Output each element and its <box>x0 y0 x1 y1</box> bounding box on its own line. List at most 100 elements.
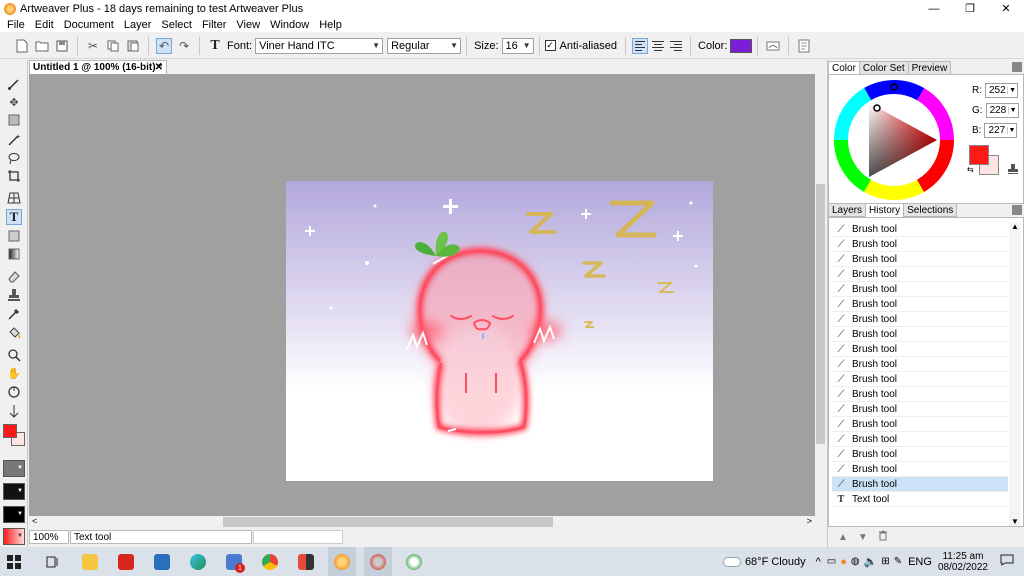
new-document-icon[interactable] <box>14 38 30 54</box>
panel-menu-icon[interactable] <box>1012 62 1022 72</box>
antialias-checkbox[interactable]: ✓ <box>544 40 556 51</box>
weather-text[interactable]: 68°F Cloudy <box>745 556 806 568</box>
history-item[interactable]: ⟋ Brush tool <box>832 402 1008 417</box>
menu-filter[interactable]: Filter <box>197 19 231 31</box>
shape-tool-icon[interactable] <box>6 228 22 244</box>
tab-preview[interactable]: Preview <box>907 61 952 75</box>
history-item[interactable]: ⟋ Brush tool <box>832 477 1008 492</box>
canvas-horizontal-scrollbar[interactable]: < > <box>29 516 815 528</box>
rectangle-select-icon[interactable] <box>6 112 22 128</box>
perspective-tool-icon[interactable] <box>6 190 22 206</box>
green-app-icon[interactable] <box>400 547 428 576</box>
text-options-icon[interactable] <box>796 38 812 54</box>
undo-icon[interactable]: ↶ <box>156 37 172 54</box>
color-wheel[interactable] <box>833 79 955 201</box>
chrome-browser-icon[interactable] <box>256 547 284 576</box>
jnt-app-icon[interactable] <box>112 547 140 576</box>
history-item[interactable]: ⟋ Brush tool <box>832 222 1008 237</box>
red-value-input[interactable]: 252 ▼ <box>985 83 1018 98</box>
step-backward-icon[interactable]: ▲ <box>838 532 848 543</box>
document-tab[interactable]: Untitled 1 @ 100% (16-bit) * ✕ <box>29 60 167 74</box>
delete-history-icon[interactable] <box>878 530 888 544</box>
language-indicator[interactable]: ENG <box>908 556 932 568</box>
minimize-button[interactable]: — <box>916 0 952 17</box>
menu-view[interactable]: View <box>231 19 265 31</box>
history-item[interactable]: ⟋ Brush tool <box>832 297 1008 312</box>
font-size-select[interactable]: 16 ▼ <box>501 37 534 54</box>
history-item[interactable]: ⟋ Brush tool <box>832 282 1008 297</box>
edge-browser-icon[interactable] <box>184 547 212 576</box>
align-right-button[interactable] <box>668 38 684 54</box>
blue-value-input[interactable]: 227 ▼ <box>984 123 1018 138</box>
history-item[interactable]: ⟋ Brush tool <box>832 237 1008 252</box>
brush-tool-icon[interactable] <box>6 76 22 92</box>
foreground-color-preview[interactable] <box>969 145 989 165</box>
network-icon[interactable]: ◍ <box>851 556 860 567</box>
history-item[interactable]: ⟋ Brush tool <box>832 342 1008 357</box>
history-item[interactable]: ⟋ Brush tool <box>832 447 1008 462</box>
history-item[interactable]: ⟋ Brush tool <box>832 432 1008 447</box>
history-item[interactable]: ⟋ Brush tool <box>832 252 1008 267</box>
crop-tool-icon[interactable] <box>6 168 22 184</box>
gradient-tool-icon[interactable] <box>6 246 22 262</box>
menu-window[interactable]: Window <box>265 19 314 31</box>
tab-history[interactable]: History <box>865 203 905 217</box>
move-tool-icon[interactable]: ✥ <box>6 94 22 110</box>
canvas-vertical-scrollbar[interactable] <box>815 74 826 516</box>
scroll-right-icon[interactable]: > <box>807 516 812 526</box>
eyedropper-icon[interactable] <box>6 306 22 322</box>
eraser-tool-icon[interactable] <box>6 268 22 284</box>
chevron-up-icon[interactable]: ▲ <box>1011 222 1019 231</box>
volume-icon[interactable]: 🔈 <box>864 555 878 568</box>
canvas-workspace[interactable] <box>29 74 815 516</box>
scrollbar-thumb[interactable] <box>816 184 825 444</box>
step-forward-icon[interactable]: ▼ <box>858 532 868 543</box>
font-style-select[interactable]: Regular ▼ <box>387 37 462 54</box>
menu-file[interactable]: File <box>2 19 30 31</box>
menu-layer[interactable]: Layer <box>119 19 157 31</box>
brush-preset-selector[interactable]: ▼ <box>3 460 25 477</box>
gradient-selector[interactable]: ▼ <box>3 528 25 545</box>
close-button[interactable]: ✕ <box>988 0 1024 17</box>
chrome-profile-icon[interactable] <box>364 547 392 576</box>
history-item[interactable]: ⟋ Brush tool <box>832 417 1008 432</box>
pattern-selector[interactable]: ▼ <box>3 506 25 523</box>
warp-text-icon[interactable] <box>765 38 781 54</box>
text-tool-icon[interactable]: T <box>6 209 22 225</box>
magic-wand-icon[interactable] <box>6 132 22 148</box>
open-folder-icon[interactable] <box>34 38 50 54</box>
ship-app-icon[interactable] <box>148 547 176 576</box>
color-picker-stamp-icon[interactable] <box>1007 163 1019 178</box>
tab-color-set[interactable]: Color Set <box>858 61 909 75</box>
foreground-color-swatch[interactable] <box>3 424 17 438</box>
show-hidden-icons[interactable]: ^ <box>816 556 821 568</box>
windows-start-icon[interactable] <box>0 547 28 576</box>
lasso-tool-icon[interactable] <box>6 150 22 166</box>
stamp-tool-icon[interactable] <box>6 287 22 303</box>
align-center-button[interactable] <box>650 38 666 54</box>
scroll-left-icon[interactable]: < <box>32 516 37 526</box>
paste-icon[interactable] <box>125 38 141 54</box>
file-explorer-icon[interactable] <box>76 547 104 576</box>
save-icon[interactable] <box>54 38 70 54</box>
tab-selections[interactable]: Selections <box>903 203 958 217</box>
notifications-icon[interactable] <box>1000 554 1014 569</box>
history-item[interactable]: ⟋ Brush tool <box>832 387 1008 402</box>
task-view-icon[interactable] <box>38 547 66 576</box>
menu-help[interactable]: Help <box>314 19 347 31</box>
rotate-view-icon[interactable] <box>6 384 22 400</box>
store-app-icon[interactable] <box>292 547 320 576</box>
text-color-swatch[interactable] <box>730 38 753 53</box>
tray-app-icon[interactable]: ▭ <box>827 556 836 567</box>
tab-layers[interactable]: Layers <box>828 203 867 217</box>
chevron-down-icon[interactable]: ▼ <box>1011 517 1019 526</box>
font-family-select[interactable]: Viner Hand ITC ▼ <box>255 37 384 54</box>
clock[interactable]: 11:25 am 08/02/2022 <box>938 551 988 573</box>
history-item[interactable]: T Text tool <box>832 492 1008 507</box>
history-item[interactable]: ⟋ Brush tool <box>832 462 1008 477</box>
history-item[interactable]: ⟋ Brush tool <box>832 357 1008 372</box>
texture-selector[interactable]: ▼ <box>3 483 25 500</box>
history-scrollbar[interactable]: ▲ ▼ <box>1009 222 1021 526</box>
panel-menu-icon[interactable] <box>1012 205 1022 215</box>
history-item[interactable]: ⟋ Brush tool <box>832 267 1008 282</box>
